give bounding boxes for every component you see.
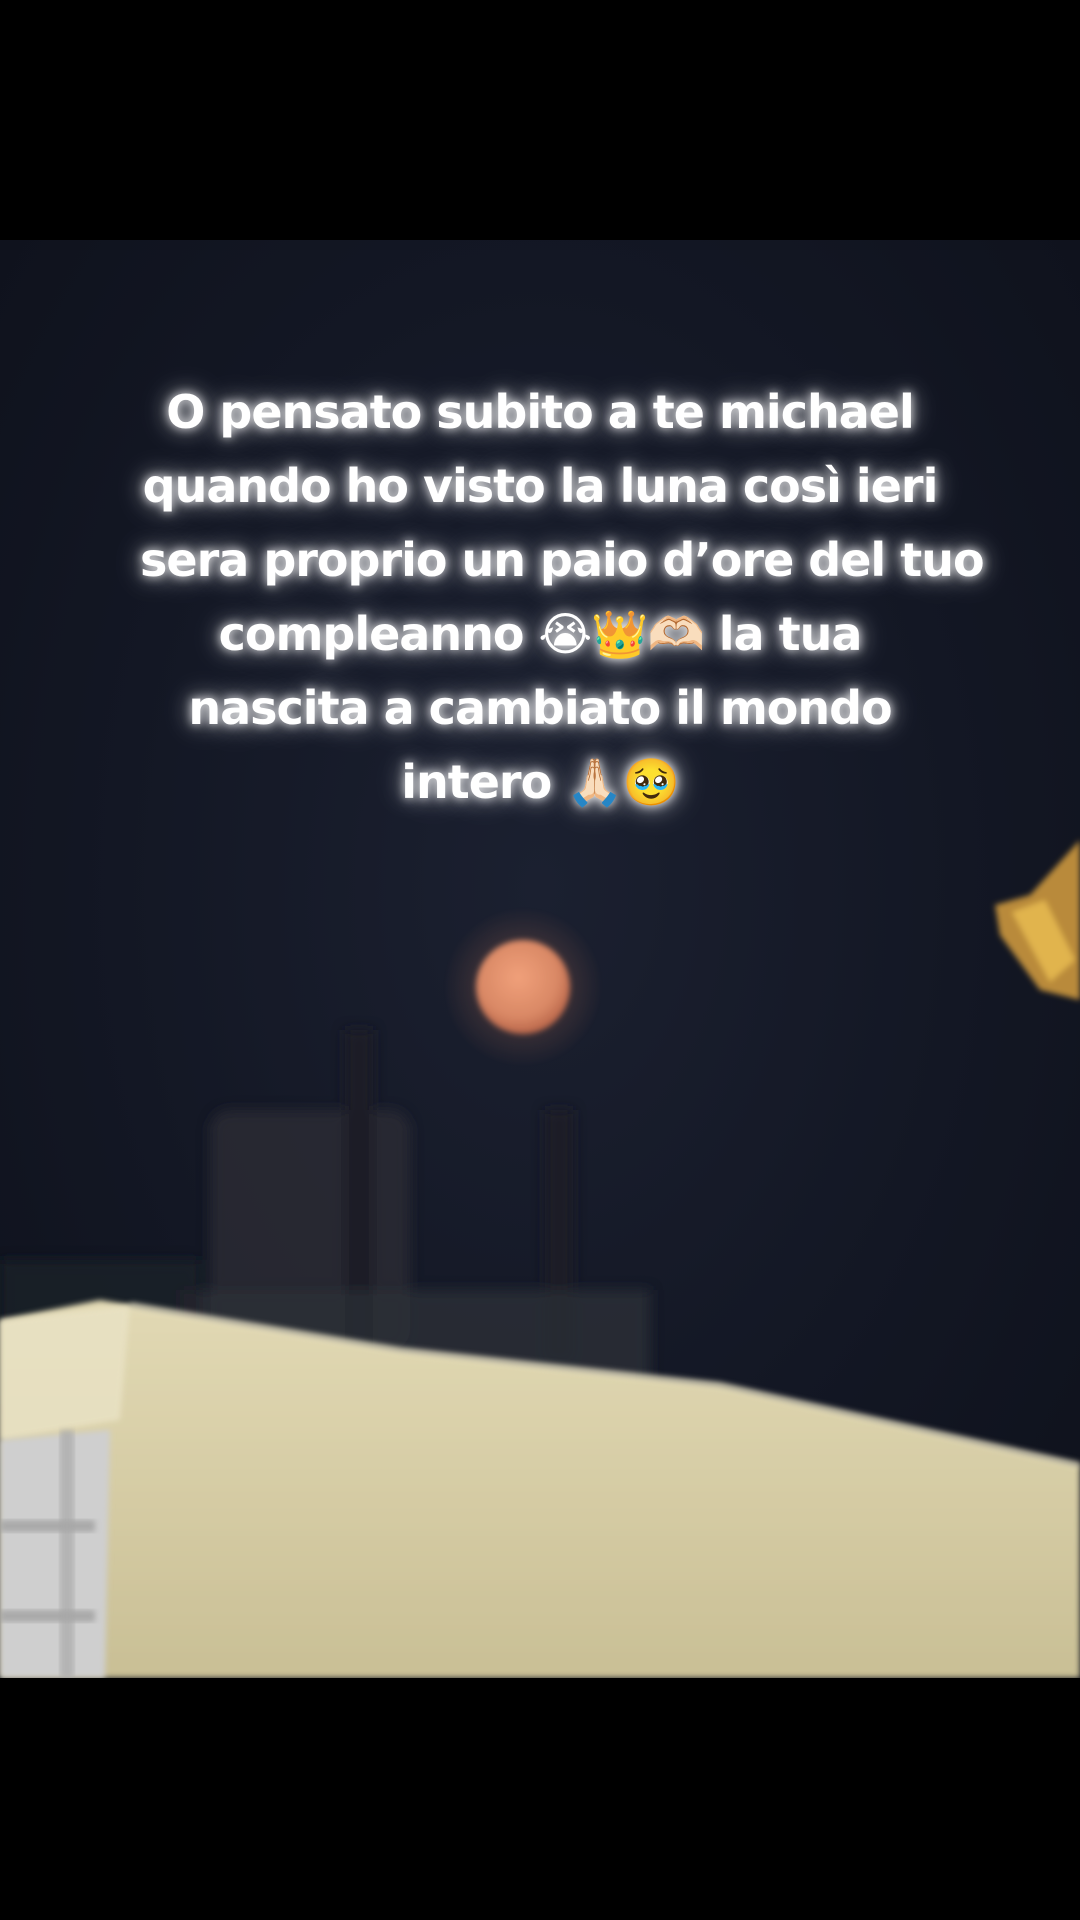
street-lamp <box>995 840 1080 1000</box>
caption-line: sera proprio un paio d’ore del tuo <box>140 533 985 587</box>
caption-overlay: O pensato subito a te michael quando ho … <box>140 375 985 819</box>
video-frame[interactable]: O pensato subito a te michael quando ho … <box>0 240 1080 1678</box>
letterbox-top <box>0 0 1080 240</box>
caption-line: nascita a cambiato il mondo <box>188 681 892 735</box>
letterbox-bottom <box>0 1678 1080 1920</box>
caption-line: quando ho visto la luna così ieri <box>142 459 939 513</box>
moon <box>476 940 570 1034</box>
caption-line: intero 🙏🏻🥹 <box>401 755 680 809</box>
caption-line: O pensato subito a te michael <box>166 385 914 439</box>
caption-line: compleanno 😭👑🫶🏻 la tua <box>218 607 863 661</box>
